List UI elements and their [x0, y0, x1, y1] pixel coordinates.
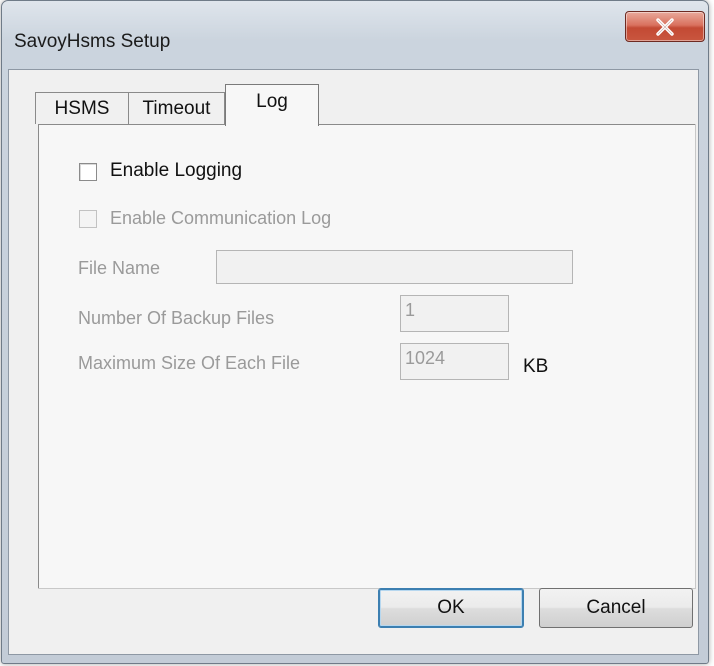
- tab-hsms[interactable]: HSMS: [35, 92, 129, 124]
- file-name-field[interactable]: [216, 250, 573, 284]
- cancel-button[interactable]: Cancel: [539, 588, 693, 628]
- enable-logging-label[interactable]: Enable Logging: [110, 160, 242, 182]
- enable-communication-log-label[interactable]: Enable Communication Log: [110, 208, 331, 229]
- tab-log[interactable]: Log: [225, 84, 319, 126]
- max-size-label: Maximum Size Of Each File: [78, 353, 301, 373]
- enable-communication-log-checkbox[interactable]: [79, 210, 97, 228]
- backup-files-label: Number Of Backup Files: [78, 308, 275, 328]
- max-size-unit: KB: [523, 356, 549, 377]
- window-title: SavoyHsms Setup: [14, 31, 171, 52]
- backup-files-field[interactable]: 1: [400, 295, 509, 332]
- file-name-label: File Name: [78, 258, 161, 278]
- tab-timeout[interactable]: Timeout: [129, 92, 225, 124]
- close-button[interactable]: [625, 11, 705, 42]
- max-size-field[interactable]: 1024: [400, 343, 509, 380]
- close-icon: [656, 17, 674, 36]
- enable-logging-checkbox[interactable]: [79, 163, 97, 181]
- ok-button[interactable]: OK: [378, 588, 524, 628]
